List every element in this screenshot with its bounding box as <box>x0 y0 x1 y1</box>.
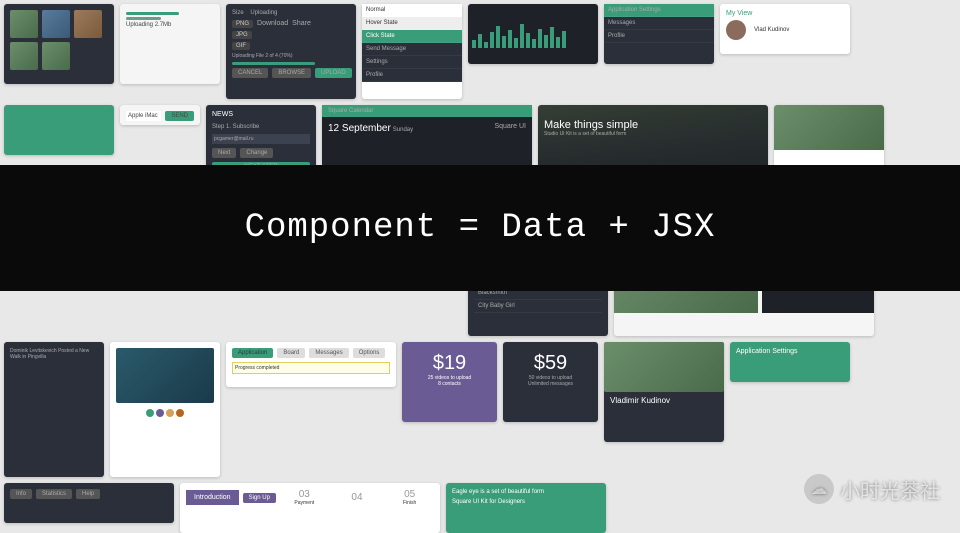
small-tabs: Info Statistics Help <box>4 483 174 523</box>
send-button[interactable]: SEND <box>165 111 194 121</box>
menu-profile[interactable]: Profile <box>362 69 462 82</box>
color-swatch[interactable] <box>146 409 154 417</box>
color-swatch[interactable] <box>176 409 184 417</box>
promo-line-2: Square UI Kit for Designers <box>452 499 600 505</box>
input-widget: Apple iMac SEND <box>120 105 200 125</box>
promo-card: Eagle eye is a set of beautiful form Squ… <box>446 483 606 533</box>
news-step: Step 1. Subscribe <box>212 124 310 130</box>
gallery-widget <box>4 4 114 84</box>
banner-text: Component = Data + JSX <box>245 209 716 247</box>
nav-profile[interactable]: Profile <box>604 30 714 43</box>
intro-label: Introduction <box>186 490 239 505</box>
settings-title: Application Settings <box>736 348 844 355</box>
feed-line: Dominik Levitskevich Posted a New Walk i… <box>10 348 98 360</box>
hero-title: Make things simple <box>544 119 762 131</box>
price-a: 19 <box>444 352 466 374</box>
menu-send[interactable]: Send Message <box>362 43 462 56</box>
tabs-bar: Application Board Messages Options Progress… <box>226 342 396 387</box>
watermark-text: 小时光茶社 <box>840 475 940 504</box>
calendar-brand: Square UI <box>494 123 526 130</box>
menu-hover[interactable]: Hover State <box>362 17 462 30</box>
progress-text: Uploading File 2 of 4 (70%) <box>232 53 350 59</box>
hero-subtitle: Studio UI Kit is a set of beautiful form <box>544 131 762 137</box>
signup-steps: Introduction Sign Up 03Payment 04 05Fini… <box>180 483 440 533</box>
color-swatch[interactable] <box>156 409 164 417</box>
main-banner: Component = Data + JSX <box>0 165 960 291</box>
download-button[interactable]: Download <box>257 20 288 28</box>
avatar <box>726 20 746 40</box>
settings-card[interactable]: Application Settings <box>730 342 850 382</box>
nav-app-settings[interactable]: Application Settings <box>604 4 714 17</box>
pricing-b[interactable]: $59 50 videos to upload Unlimited messag… <box>503 342 598 422</box>
watermark: ☁ 小时光茶社 <box>804 474 940 504</box>
bar-chart <box>468 4 598 64</box>
tab-options[interactable]: Options <box>353 348 386 358</box>
menu-click[interactable]: Click State <box>362 30 462 43</box>
tab-msgs[interactable]: Messages <box>309 348 348 358</box>
side-nav: Application Settings Messages Profile <box>604 4 714 64</box>
menu-settings[interactable]: Settings <box>362 56 462 69</box>
calendar-title: Square Calendar <box>322 105 532 117</box>
share-button[interactable]: Share <box>292 20 311 28</box>
browse-button[interactable]: BROWSE <box>272 68 311 78</box>
upload-panel: Size Uploading PNGDownloadShare JPG GIF … <box>226 4 356 99</box>
upload-button[interactable]: UPLOAD <box>315 68 352 78</box>
cancel-button[interactable]: CANCEL <box>232 68 268 78</box>
email-input[interactable]: pcgamer@mail.ru <box>212 134 310 144</box>
top-card: My View Vlad Kudinov <box>720 4 850 54</box>
my-view-title: My View <box>726 10 844 17</box>
track-item[interactable]: City Baby Girl <box>474 300 602 313</box>
green-card <box>4 105 114 155</box>
signup-button[interactable]: Sign Up <box>243 493 276 503</box>
promo-line-1: Eagle eye is a set of beautiful form <box>452 489 600 495</box>
tab-info[interactable]: Info <box>10 489 32 499</box>
person-card: Vladimir Kudinov <box>604 342 724 442</box>
person-name: Vladimir Kudinov <box>610 396 718 405</box>
upload-status: Uploading 2.7Mb <box>126 22 214 28</box>
tab-stats[interactable]: Statistics <box>36 489 72 499</box>
color-swatch[interactable] <box>166 409 174 417</box>
card-name: Vlad Kudinov <box>754 27 789 33</box>
wechat-icon: ☁ <box>804 474 834 504</box>
next-button[interactable]: Next <box>212 148 236 158</box>
tab-board[interactable]: Board <box>277 348 305 358</box>
tab-help[interactable]: Help <box>76 489 100 499</box>
news-title: NEWS <box>212 111 310 118</box>
nav-messages[interactable]: Messages <box>604 17 714 30</box>
change-button[interactable]: Change <box>240 148 273 158</box>
menu-normal[interactable]: Normal <box>362 4 462 17</box>
calendar-date: 12 September <box>328 123 391 134</box>
product-card <box>110 342 220 477</box>
tab-app[interactable]: Application <box>232 348 273 358</box>
feed-panel: Dominik Levitskevich Posted a New Walk i… <box>4 342 104 477</box>
search-input[interactable]: Apple iMac <box>126 111 161 121</box>
pricing-a[interactable]: $19 25 videos to upload 8 contacts <box>402 342 497 422</box>
note-bar: Progress completed <box>232 362 390 374</box>
progress-widget: Uploading 2.7Mb <box>120 4 220 84</box>
menu-list: Normal Hover State Click State Send Mess… <box>362 4 462 99</box>
price-b: 59 <box>545 352 567 374</box>
